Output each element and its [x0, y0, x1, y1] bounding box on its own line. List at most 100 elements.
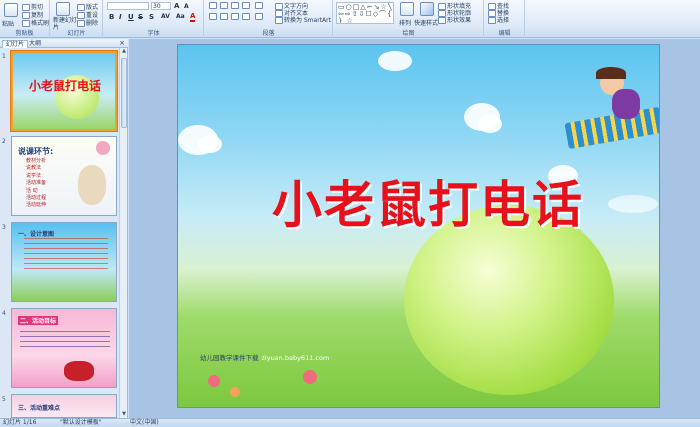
scroll-down-icon[interactable]: ▼ — [121, 411, 127, 418]
scrollbar-thumb[interactable] — [121, 58, 127, 128]
clipboard-group-label: 剪贴板 — [15, 30, 34, 37]
paste-button[interactable]: 粘贴 — [2, 19, 14, 28]
ribbon: 粘贴 剪切 复制 格式刷 剪贴板 新建幻灯片 版式 重设 删除 幻灯片 30 A… — [0, 0, 700, 38]
numbering-icon — [220, 2, 228, 9]
thumb-title: 二、活动目标 — [18, 316, 59, 325]
paragraph-group-label: 段落 — [262, 30, 275, 37]
delete-button[interactable]: 删除 — [77, 18, 98, 27]
shrink-font-button[interactable]: A — [184, 3, 189, 10]
shapes-gallery[interactable]: ▭○□△⌐↘☆╲ ⇦⇨⇧⇩☐◇⌒{ } ☆ — [336, 2, 394, 24]
shape-effects-button[interactable]: 形状效果 — [438, 15, 471, 24]
align-center-button[interactable] — [220, 13, 229, 20]
list-item: 活 动 — [26, 187, 38, 194]
current-slide[interactable]: 小老鼠打电话 幼儿园教学课件下载 ziyuan.baby611.com — [177, 44, 660, 408]
numbering-button[interactable] — [220, 2, 229, 9]
font-color-button[interactable]: A — [190, 12, 196, 22]
quick-styles-icon — [420, 2, 434, 16]
line-spacing-icon — [255, 2, 263, 9]
thumb-title: 小老鼠打电话 — [28, 79, 101, 93]
delete-icon — [77, 20, 85, 27]
slide-number: 4 — [2, 310, 6, 317]
bear-graphic — [78, 165, 106, 205]
slide-thumbnail-4[interactable]: 二、活动目标 — [11, 308, 117, 388]
slide-thumbnail-5[interactable]: 三、活动重难点 — [11, 394, 117, 418]
drawing-group: ▭○□△⌐↘☆╲ ⇦⇨⇧⇩☐◇⌒{ } ☆ 排列 快速样式 形状填充 形状轮廓 … — [334, 0, 484, 38]
align-left-button[interactable] — [209, 13, 218, 20]
underline-button[interactable]: U — [128, 13, 134, 21]
bullets-button[interactable] — [209, 2, 218, 9]
font-size-select[interactable]: 30 — [151, 2, 171, 10]
paste-icon — [4, 3, 18, 17]
thumb-title: 一、设计意图 — [18, 231, 55, 238]
flower-graphic — [230, 387, 240, 397]
quick-styles-button[interactable]: 快速样式 — [414, 18, 438, 27]
thumb-text-block — [20, 331, 110, 349]
child-hair-graphic — [596, 67, 626, 79]
clipboard-group: 粘贴 剪切 复制 格式刷 剪贴板 — [0, 0, 50, 38]
cloud-graphic — [198, 135, 222, 153]
font-group: 30 A A B I U S S AV Aa A 字体 — [104, 0, 204, 38]
editing-group-label: 编辑 — [498, 30, 511, 37]
font-name-select[interactable] — [107, 2, 149, 10]
language-status[interactable]: 中文(中国) — [130, 419, 159, 427]
strikethrough-button[interactable]: S — [138, 13, 143, 21]
flower-graphic — [208, 375, 220, 387]
thumb-text-block — [24, 238, 108, 270]
increase-indent-icon — [242, 2, 250, 9]
slide-title[interactable]: 小老鼠打电话 — [228, 165, 628, 237]
effects-icon — [438, 17, 446, 24]
slide-number: 2 — [2, 138, 6, 145]
slide-editing-area: 小老鼠打电话 幼儿园教学课件下载 ziyuan.baby611.com — [129, 39, 700, 418]
new-slide-icon — [56, 2, 70, 16]
shape-effects-label: 形状效果 — [447, 17, 472, 24]
columns-icon — [255, 13, 263, 20]
thumbnail-scrollbar[interactable]: ▲ ▼ — [119, 48, 127, 418]
brush-icon — [22, 20, 30, 27]
scroll-up-icon[interactable]: ▲ — [121, 48, 127, 55]
slide-number: 3 — [2, 224, 6, 231]
line-spacing-button[interactable] — [255, 2, 264, 9]
drawing-group-label: 绘图 — [402, 30, 415, 37]
arrange-icon — [400, 2, 414, 16]
smartart-label: 转换为 SmartArt — [284, 17, 331, 24]
align-right-icon — [231, 13, 239, 20]
smartart-button[interactable]: 转换为 SmartArt — [275, 15, 331, 24]
slide-thumbnail-3[interactable]: 一、设计意图 — [11, 222, 117, 302]
bullets-icon — [209, 2, 217, 9]
slide-footer: 幼儿园教学课件下载 ziyuan.baby611.com — [200, 352, 329, 362]
align-right-button[interactable] — [231, 13, 240, 20]
footer-credit-url: ziyuan.baby611.com — [261, 354, 330, 362]
slide-thumbnail-2[interactable]: 说课环节: 教材分析 说教法 说学法 活动准备 活 动 活动过程 活动延伸 — [11, 136, 117, 216]
slide-position: 幻灯片 1/16 — [3, 419, 37, 426]
footer-credit-text: 幼儿园教学课件下载 — [200, 354, 259, 362]
increase-indent-button[interactable] — [242, 2, 251, 9]
decrease-indent-button[interactable] — [231, 2, 240, 9]
slides-group: 新建幻灯片 版式 重设 删除 幻灯片 — [51, 0, 103, 38]
arrange-button[interactable]: 排列 — [399, 18, 411, 27]
list-item: 说教法 — [26, 165, 42, 172]
change-case-button[interactable]: Aa — [176, 13, 185, 20]
justify-icon — [242, 13, 250, 20]
thumb-bullet-list: 教材分析 说教法 说学法 活动准备 活 动 活动过程 活动延伸 — [26, 158, 46, 210]
justify-button[interactable] — [242, 13, 251, 20]
list-item: 活动延伸 — [26, 202, 47, 209]
tab-outline[interactable]: 大纲 — [26, 40, 44, 48]
font-group-label: 字体 — [147, 30, 160, 37]
tab-slides[interactable]: 幻灯片 — [2, 40, 29, 48]
cursor-icon — [488, 17, 496, 24]
close-panel-icon[interactable]: × — [119, 39, 125, 47]
flower-graphic — [303, 370, 317, 384]
select-button[interactable]: 选择 — [488, 15, 509, 24]
smartart-icon — [275, 17, 283, 24]
panel-tabs: 幻灯片 大纲 × — [0, 39, 128, 48]
bold-button[interactable]: B — [109, 13, 114, 21]
format-painter-button[interactable]: 格式刷 — [22, 18, 49, 27]
editing-group: 查找 替换 选择 编辑 — [485, 0, 525, 38]
shadow-button[interactable]: S — [149, 13, 154, 21]
cloud-graphic — [478, 115, 502, 133]
grow-font-button[interactable]: A — [174, 2, 179, 10]
char-spacing-button[interactable]: AV — [161, 13, 170, 20]
slide-thumbnail-1[interactable]: 小老鼠打电话 — [10, 50, 118, 132]
columns-button[interactable] — [255, 13, 264, 20]
italic-button[interactable]: I — [119, 13, 122, 21]
